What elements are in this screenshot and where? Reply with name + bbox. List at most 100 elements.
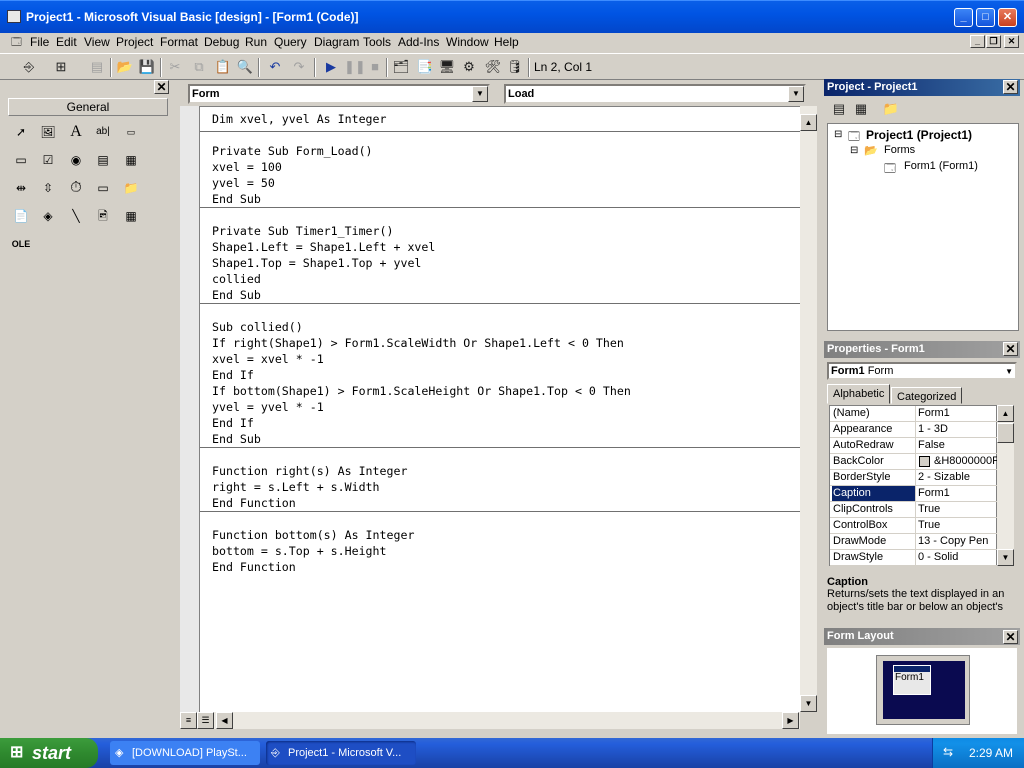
menu-window[interactable]: Window bbox=[446, 35, 489, 49]
code-editor[interactable]: Dim xvel, yvel As Integer Private Sub Fo… bbox=[200, 106, 800, 712]
menu-debug[interactable]: Debug bbox=[204, 35, 239, 49]
add-project-icon[interactable]: ⎆ bbox=[20, 58, 38, 76]
chevron-down-icon[interactable]: ▼ bbox=[1005, 365, 1013, 379]
property-row[interactable]: (Name) Form1 bbox=[830, 406, 998, 422]
form-position-preview[interactable]: Form1 bbox=[893, 665, 931, 695]
hscrollbar-icon[interactable]: ⇹ bbox=[10, 177, 32, 199]
view-object-icon[interactable]: ▦ bbox=[852, 100, 870, 118]
project-tree[interactable]: ⊟ 🗔 Project1 (Project1) ⊟ 📂 Forms 🗔 Form… bbox=[827, 123, 1019, 331]
vb-app-icon[interactable] bbox=[7, 10, 21, 23]
vscrollbar-icon[interactable]: ⇳ bbox=[37, 177, 59, 199]
textbox-icon[interactable]: ab| bbox=[92, 121, 114, 143]
paste-icon[interactable]: 📋 bbox=[214, 58, 232, 76]
property-row[interactable]: Appearance 1 - 3D bbox=[830, 422, 998, 438]
chevron-down-icon[interactable]: ▼ bbox=[472, 86, 488, 102]
menu-edit[interactable]: Edit bbox=[56, 35, 77, 49]
property-value[interactable]: &H8000000F bbox=[934, 454, 998, 469]
code-horizontal-scrollbar[interactable]: ≡ ☰ ◀ ▶ bbox=[180, 712, 800, 729]
mdi-close-button[interactable]: ✕ bbox=[1004, 35, 1019, 48]
drivelistbox-icon[interactable]: ▭ bbox=[92, 177, 114, 199]
dirlistbox-icon[interactable]: 📁 bbox=[120, 177, 142, 199]
menu-editor-icon[interactable]: ▤ bbox=[88, 58, 106, 76]
property-row[interactable]: BackColor &H8000000F bbox=[830, 454, 998, 470]
menu-tools[interactable]: Tools bbox=[363, 35, 391, 49]
optionbutton-icon[interactable]: ◉ bbox=[65, 149, 87, 171]
code-vertical-scrollbar[interactable]: ▲ ▼ bbox=[800, 106, 817, 712]
combobox-icon[interactable]: ▤ bbox=[92, 149, 114, 171]
scroll-down-icon[interactable]: ▼ bbox=[997, 549, 1014, 566]
object-browser-icon[interactable]: ⚙ bbox=[460, 58, 478, 76]
menu-query[interactable]: Query bbox=[274, 35, 307, 49]
menu-add-ins[interactable]: Add-Ins bbox=[398, 35, 439, 49]
property-value[interactable]: 0 - Solid bbox=[918, 550, 998, 565]
collapse-icon[interactable]: ⊟ bbox=[834, 129, 842, 140]
property-value[interactable]: Form1 bbox=[918, 406, 998, 421]
property-grid[interactable]: (Name) Form1 Appearance 1 - 3D AutoRedraw F… bbox=[829, 405, 998, 566]
cut-icon[interactable]: ✂ bbox=[166, 58, 184, 76]
menu-view[interactable]: View bbox=[84, 35, 110, 49]
close-button[interactable]: ✕ bbox=[998, 8, 1017, 27]
find-icon[interactable]: 🔍 bbox=[236, 58, 254, 76]
tree-project-root[interactable]: Project1 (Project1) bbox=[866, 128, 972, 142]
ole-icon[interactable]: OLE bbox=[10, 233, 32, 255]
break-icon[interactable]: ❚❚ bbox=[344, 58, 366, 76]
start-icon[interactable]: ▶ bbox=[322, 58, 340, 76]
menu-diagram[interactable]: Diagram bbox=[314, 35, 359, 49]
clock[interactable]: 2:29 AM bbox=[969, 746, 1013, 760]
property-row[interactable]: DrawMode 13 - Copy Pen bbox=[830, 534, 998, 550]
filelistbox-icon[interactable]: 📄 bbox=[10, 205, 32, 227]
tab-categorized[interactable]: Categorized bbox=[891, 387, 963, 404]
checkbox-icon[interactable]: ☑ bbox=[37, 149, 59, 171]
form-layout-close-button[interactable]: ✕ bbox=[1003, 630, 1018, 644]
procedure-view-icon[interactable]: ≡ bbox=[180, 712, 197, 729]
frame-icon[interactable]: ▭ bbox=[120, 121, 142, 143]
properties-close-button[interactable]: ✕ bbox=[1003, 342, 1018, 356]
label-icon[interactable]: A bbox=[65, 121, 87, 143]
property-value[interactable]: False bbox=[918, 438, 998, 453]
collapse-icon[interactable]: ⊟ bbox=[850, 145, 858, 156]
property-value[interactable]: True bbox=[918, 518, 998, 533]
object-select[interactable]: Form1 Form ▼ bbox=[827, 362, 1017, 380]
property-value[interactable]: 1 - 3D bbox=[918, 422, 998, 437]
scroll-up-icon[interactable]: ▲ bbox=[997, 405, 1014, 422]
picturebox-icon[interactable]: 🖼 bbox=[37, 121, 59, 143]
full-module-view-icon[interactable]: ☰ bbox=[197, 712, 214, 729]
end-icon[interactable]: ■ bbox=[366, 58, 384, 76]
procedure-combo[interactable]: Load ▼ bbox=[504, 84, 806, 104]
taskbar-item-vb[interactable]: ⎆ Project1 - Microsoft V... bbox=[266, 741, 416, 765]
maximize-button[interactable]: □ bbox=[976, 8, 995, 27]
project-explorer-icon[interactable]: 🗂 bbox=[392, 58, 410, 76]
code-window-icon[interactable]: 🗔 bbox=[11, 35, 22, 52]
toolbox-icon[interactable]: 🛠 bbox=[484, 58, 502, 76]
scroll-right-icon[interactable]: ▶ bbox=[782, 712, 799, 729]
scroll-thumb[interactable] bbox=[997, 423, 1014, 443]
menu-project[interactable]: Project bbox=[116, 35, 153, 49]
commandbutton-icon[interactable]: ▭ bbox=[10, 149, 32, 171]
timer-icon[interactable]: ⏱ bbox=[65, 177, 87, 199]
menu-help[interactable]: Help bbox=[494, 35, 519, 49]
property-value[interactable]: 2 - Sizable bbox=[918, 470, 998, 485]
property-row-selected[interactable]: Caption Form1 bbox=[830, 486, 998, 502]
scroll-left-icon[interactable]: ◀ bbox=[216, 712, 233, 729]
line-icon[interactable]: ╲ bbox=[65, 205, 87, 227]
form-layout-icon[interactable]: 🖥 bbox=[438, 58, 456, 76]
property-grid-scrollbar[interactable]: ▲ ▼ bbox=[997, 405, 1014, 566]
properties-window-icon[interactable]: 📑 bbox=[416, 58, 434, 76]
image-icon[interactable]: 🖻 bbox=[92, 205, 114, 227]
redo-icon[interactable]: ↷ bbox=[290, 58, 308, 76]
menu-file[interactable]: File bbox=[30, 35, 49, 49]
start-button[interactable]: ⊞ start bbox=[0, 738, 98, 768]
taskbar-item-download[interactable]: ◈ [DOWNLOAD] PlaySt... bbox=[110, 741, 260, 765]
project-close-button[interactable]: ✕ bbox=[1003, 80, 1018, 94]
tree-forms-folder[interactable]: Forms bbox=[884, 144, 915, 156]
menu-format[interactable]: Format bbox=[160, 35, 198, 49]
undo-icon[interactable]: ↶ bbox=[266, 58, 284, 76]
copy-icon[interactable]: ⧉ bbox=[190, 58, 208, 76]
toggle-folders-icon[interactable]: 📁 bbox=[882, 100, 900, 118]
listbox-icon[interactable]: ▦ bbox=[120, 149, 142, 171]
property-value[interactable]: True bbox=[918, 502, 998, 517]
mdi-minimize-button[interactable]: _ bbox=[970, 35, 985, 48]
toolbox-close-button[interactable]: ✕ bbox=[154, 80, 169, 94]
property-value[interactable]: Form1 bbox=[918, 486, 998, 501]
chevron-down-icon[interactable]: ▼ bbox=[788, 86, 804, 102]
